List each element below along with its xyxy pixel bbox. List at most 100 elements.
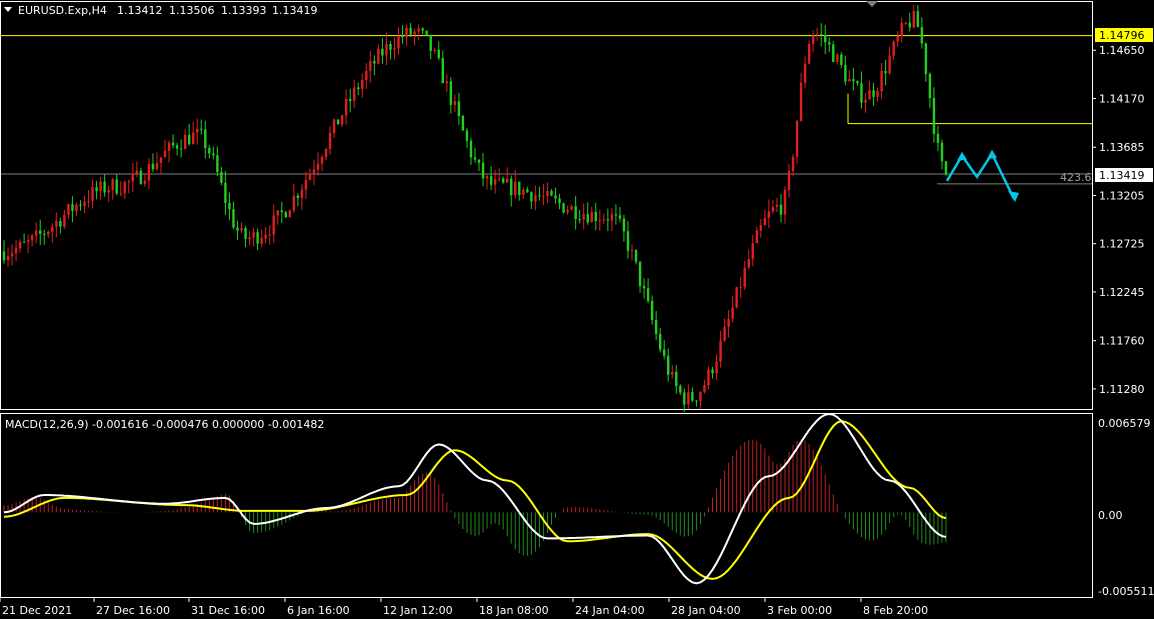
- candle-body: [481, 162, 485, 179]
- candle-body: [856, 81, 859, 84]
- candle-body: [175, 145, 179, 149]
- candle-body: [908, 22, 911, 28]
- candle-body: [779, 204, 783, 215]
- candle-body: [469, 140, 473, 158]
- candle-body: [393, 48, 396, 50]
- candle-body: [638, 261, 642, 286]
- candle-body: [936, 133, 940, 143]
- candle-body: [35, 230, 38, 236]
- candle-body: [429, 34, 432, 51]
- candle-body: [212, 153, 215, 156]
- candle-body: [99, 181, 102, 192]
- candle-body: [586, 214, 589, 223]
- candle-body: [473, 157, 477, 160]
- candle-body: [610, 214, 614, 221]
- candle-body: [437, 49, 440, 59]
- candle-body: [675, 372, 678, 387]
- candle-body: [864, 99, 867, 103]
- candle-body: [526, 189, 529, 193]
- candle-body: [715, 361, 718, 374]
- candle-body: [815, 34, 819, 36]
- candle-body: [14, 248, 18, 254]
- candle-body: [2, 251, 6, 261]
- candle-body: [151, 163, 155, 170]
- candle-body: [192, 132, 195, 145]
- candle-body: [139, 170, 143, 184]
- candle-body: [514, 181, 517, 196]
- candle-body: [566, 209, 569, 213]
- candle-body: [803, 63, 807, 83]
- candle-body: [683, 392, 686, 405]
- projection-arrowhead-icon: [1008, 190, 1019, 202]
- candle-body: [340, 115, 344, 125]
- candle-body: [83, 201, 86, 206]
- candle-body: [916, 11, 920, 28]
- time-axis: 21 Dec 2021 27 Dec 16:00 31 Dec 16:00 6 Jan…: [0, 598, 928, 617]
- candle-body: [799, 82, 803, 121]
- candle-body: [10, 253, 14, 257]
- candle-body: [787, 171, 791, 190]
- candle-body: [534, 195, 537, 202]
- time-axis-label: 28 Jan 04:00: [671, 604, 741, 617]
- candle-body: [377, 48, 380, 64]
- macd-axis-zero: 0.00: [1098, 509, 1123, 522]
- candle-body: [385, 44, 388, 56]
- candle-body: [884, 71, 887, 74]
- candle-body: [888, 55, 891, 74]
- candle-body: [248, 237, 251, 240]
- candle-body: [119, 193, 122, 195]
- candle-body: [650, 300, 654, 321]
- low-price: 1.13393: [221, 4, 267, 17]
- candle-body: [767, 211, 771, 219]
- candle-body: [55, 221, 58, 227]
- candle-body: [417, 28, 420, 32]
- candle-body: [542, 195, 545, 197]
- candle-body: [272, 215, 275, 235]
- candle-body: [179, 148, 183, 150]
- candle-body: [791, 156, 795, 172]
- candle-body: [518, 181, 521, 195]
- dropdown-triangle-icon[interactable]: [4, 7, 12, 12]
- time-axis-label: 27 Dec 16:00: [96, 604, 170, 617]
- chart-shift-marker-icon[interactable]: [866, 1, 878, 7]
- price-axis-label: 1.14650: [1099, 44, 1145, 57]
- candle-body: [485, 176, 489, 179]
- candle-body: [47, 231, 50, 235]
- candle-body: [143, 180, 147, 184]
- candle-body: [783, 189, 787, 215]
- candle-body: [421, 28, 424, 31]
- candle-body: [336, 119, 340, 125]
- candle-body: [530, 192, 533, 202]
- current-price-tag-text: 1.13419: [1099, 169, 1145, 182]
- candle-body: [872, 90, 875, 97]
- candle-body: [79, 204, 82, 206]
- candle-body: [127, 181, 130, 183]
- candle-body: [477, 159, 481, 163]
- candle-body: [304, 179, 308, 190]
- candle-body: [558, 198, 561, 204]
- candle-body: [59, 221, 62, 227]
- time-axis-label: 3 Feb 00:00: [767, 604, 832, 617]
- candle-body: [663, 349, 666, 356]
- candle-body: [123, 182, 126, 194]
- candle-body: [691, 392, 694, 401]
- candle-body: [860, 83, 863, 103]
- candle-body: [296, 195, 300, 199]
- candle-body: [232, 209, 235, 228]
- trading-chart[interactable]: EURUSD.Exp,H4 1.13412 1.13506 1.13393 1.…: [0, 0, 1154, 619]
- candle-body: [433, 49, 436, 51]
- candle-body: [204, 129, 207, 148]
- candle-body: [401, 35, 404, 38]
- price-axis-label: 1.13685: [1099, 141, 1145, 154]
- candle-body: [538, 195, 541, 197]
- candle-body: [67, 204, 70, 215]
- price-axis-label: 1.14170: [1099, 92, 1145, 105]
- candle-body: [200, 128, 203, 130]
- candle-body: [445, 81, 449, 84]
- candle-body: [353, 87, 356, 101]
- time-axis-label: 18 Jan 08:00: [479, 604, 549, 617]
- candle-body: [880, 71, 883, 92]
- candle-body: [6, 256, 10, 261]
- candle-body: [163, 150, 167, 158]
- candle-body: [836, 54, 839, 62]
